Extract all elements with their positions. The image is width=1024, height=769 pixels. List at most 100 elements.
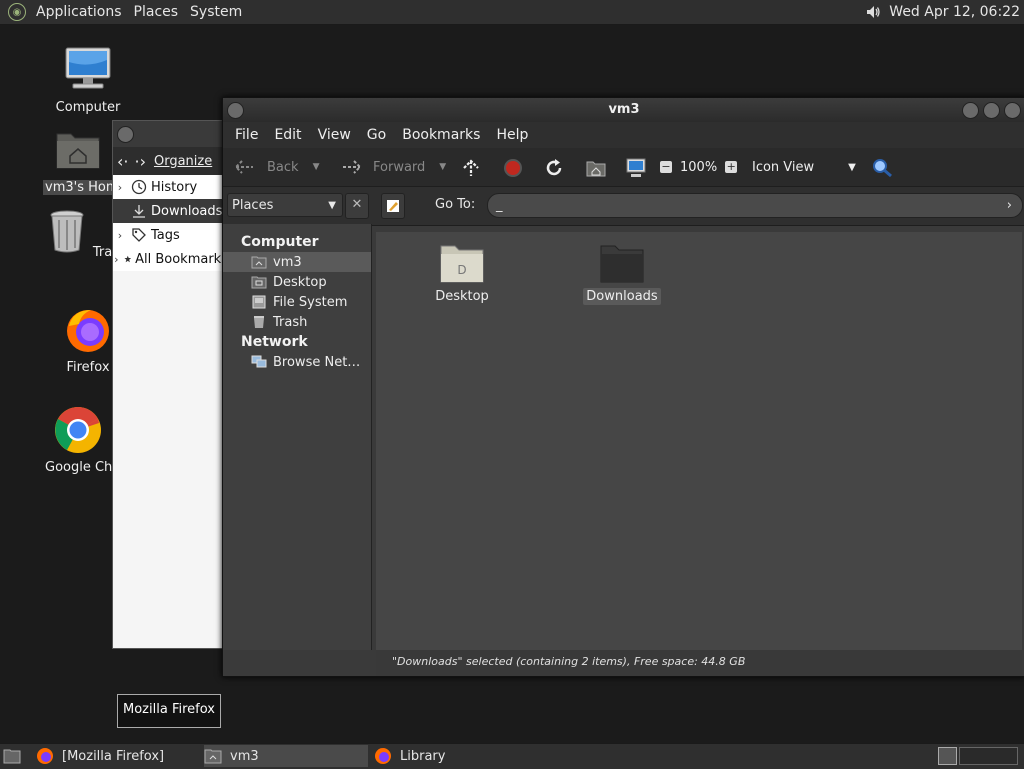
menu-edit[interactable]: Edit [266,127,309,143]
toolbar: Back ▼ Forward ▼ − 100% + Icon View ▼ [223,148,1024,187]
organize-button[interactable]: Organize [154,154,212,169]
desktop-icon-home[interactable]: vm3's Home [43,126,113,195]
stop-icon[interactable] [503,158,523,178]
clock[interactable]: Wed Apr 12, 06:22 [889,4,1020,20]
gnome-foot-icon[interactable]: ◉ [8,3,26,21]
sidebar-item-desktop[interactable]: Desktop [223,272,371,292]
file-item-downloads[interactable]: Downloads [582,242,662,305]
computer-icon [65,47,111,89]
firefox-icon [67,310,109,352]
expand-icon[interactable]: › [113,229,127,242]
bottom-panel: [Mozilla Firefox] vm3 Library [0,743,1024,769]
workspace-1[interactable] [938,747,958,765]
forward-dropdown-icon[interactable]: ▼ [439,162,446,172]
chrome-icon [55,407,101,453]
go-arrow-icon[interactable]: › [1007,194,1012,217]
star-icon [124,255,131,263]
library-menu-button[interactable] [117,126,134,143]
edit-location-button[interactable] [381,193,405,219]
menu-help[interactable]: Help [488,127,536,143]
home-icon[interactable] [585,158,607,178]
library-tree: › History Downloads › Tags › All Bookmar… [113,175,228,271]
status-bar: "Downloads" selected (containing 2 items… [376,650,1022,676]
sidebar-section-network: Network [241,334,308,350]
workspace-2[interactable] [959,747,1018,765]
maximize-button[interactable] [983,102,1000,119]
zoom-out-icon[interactable]: − [660,161,672,173]
forward-arrow-icon [343,160,362,174]
forward-arrow-icon[interactable]: ·› [134,152,145,171]
sidebar-item-trash[interactable]: Trash [223,312,371,332]
menu-view[interactable]: View [310,127,359,143]
task-firefox[interactable]: [Mozilla Firefox] [36,745,196,767]
dropdown-arrow-icon: ▼ [328,199,336,211]
zoom-level[interactable]: 100% [680,160,717,175]
pencil-icon [387,200,399,212]
system-menu[interactable]: System [184,4,248,20]
back-button[interactable]: Back ▼ [233,159,319,175]
download-icon [133,205,145,218]
library-window[interactable]: ‹· ·› Organize › History Downloads › Tag… [112,120,229,649]
back-dropdown-icon[interactable]: ▼ [313,162,320,172]
zoom-control: − 100% + [660,160,738,175]
view-mode-select[interactable]: Icon View ▼ [752,160,856,175]
task-vm3[interactable]: vm3 [204,745,368,767]
location-input[interactable]: _ › [487,193,1023,218]
file-view[interactable]: D Desktop Downloads [376,232,1022,650]
window-menu-button[interactable] [227,102,244,119]
zoom-in-icon[interactable]: + [725,161,738,173]
task-library[interactable]: Library [374,745,534,767]
search-icon[interactable] [871,158,893,178]
file-manager-window[interactable]: vm3 File Edit View Go Bookmarks Help Bac… [222,97,1024,677]
up-arrow-icon[interactable] [461,158,481,178]
top-panel: ◉ Applications Places System Wed Apr 12,… [0,0,1024,25]
close-button[interactable] [1004,102,1021,119]
library-titlebar[interactable] [113,121,228,147]
tree-item-label: All Bookmarks [135,251,228,267]
places-sidebar: Computer vm3 Desktop File System Trash N… [223,224,372,650]
home-folder-icon [56,133,100,169]
desktop-icon-chrome[interactable]: Google Chrome [43,406,113,475]
trash-icon [50,210,84,253]
home-folder-icon [251,256,267,269]
menubar: File Edit View Go Bookmarks Help [223,122,1024,148]
tree-item-downloads[interactable]: Downloads [113,199,228,223]
back-arrow-icon[interactable]: ‹· [117,152,128,171]
sidebar-section-computer: Computer [241,234,319,250]
desktop-icon-computer[interactable]: Computer [43,46,133,115]
file-item-desktop[interactable]: D Desktop [422,242,502,305]
file-item-label: Downloads [583,288,661,305]
location-bar: Places ▼ ✕ Go To: _ › [223,187,1024,226]
desktop-icon-label: Firefox [66,360,110,375]
close-sidebar-button[interactable]: ✕ [345,193,369,219]
dropdown-arrow-icon: ▼ [848,161,856,173]
volume-icon[interactable] [865,4,881,20]
tree-item-label: Downloads [151,203,223,219]
minimize-button[interactable] [962,102,979,119]
forward-button[interactable]: Forward ▼ [341,159,446,175]
tree-item-all-bookmarks[interactable]: › All Bookmarks [113,247,228,271]
tag-icon [132,228,146,242]
sidebar-item-file-system[interactable]: File System [223,292,371,312]
tree-item-label: Tags [151,227,180,243]
tree-item-tags[interactable]: › Tags [113,223,228,247]
sidebar-item-vm3[interactable]: vm3 [223,252,371,272]
show-desktop-icon[interactable] [3,748,21,764]
menu-file[interactable]: File [227,127,266,143]
window-titlebar[interactable]: vm3 [223,98,1024,122]
expand-icon[interactable]: › [113,253,120,266]
svg-text:D: D [457,263,466,277]
expand-icon[interactable]: › [113,181,127,194]
library-toolbar: ‹· ·› Organize [113,147,228,175]
workspace-switcher[interactable] [938,747,1018,765]
tree-item-history[interactable]: › History [113,175,228,199]
places-menu[interactable]: Places [128,4,185,20]
sidebar-selector[interactable]: Places ▼ [227,193,343,217]
reload-icon[interactable] [544,158,564,178]
tooltip: Mozilla Firefox [117,694,221,728]
menu-go[interactable]: Go [359,127,394,143]
applications-menu[interactable]: Applications [30,4,128,20]
sidebar-item-browse-network[interactable]: Browse Net… [223,352,371,372]
computer-icon[interactable] [625,157,647,179]
menu-bookmarks[interactable]: Bookmarks [394,127,488,143]
